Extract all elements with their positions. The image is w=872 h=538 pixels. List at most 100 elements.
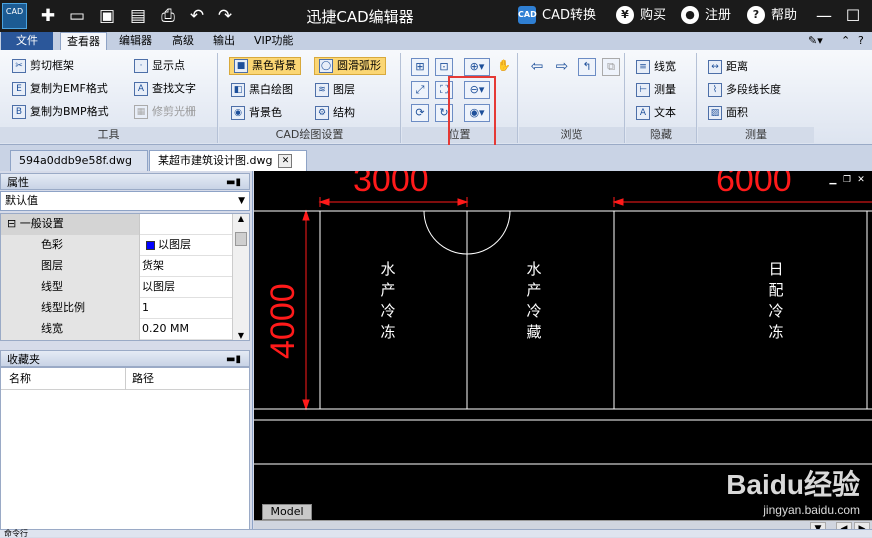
zoom-in-icon[interactable]: ⊕▾ <box>464 58 490 76</box>
ribbon: ✂ 剪切框架 E 复制为EMF格式 B 复制为BMP格式 ⋅ 显示点 A 查找文字 ▦ 修剪… <box>0 50 872 157</box>
tab-editor[interactable]: 编辑器 <box>113 32 158 50</box>
find-text-button[interactable]: A 查找文字 <box>134 79 196 99</box>
doc-restore-icon[interactable]: ❐ <box>842 175 852 185</box>
scroll-thumb[interactable] <box>235 232 247 246</box>
command-line[interactable]: 命令行 <box>0 529 872 538</box>
new-file-icon[interactable]: ✚ <box>37 5 59 27</box>
pan-hand-icon[interactable]: ✋ <box>495 58 513 76</box>
pin-icon[interactable]: ▬▮ <box>226 174 241 191</box>
scroll-up-icon[interactable]: ▲ <box>233 214 249 223</box>
cad-convert-button[interactable]: CAD CAD转换 <box>518 6 596 26</box>
group-title-measure: 测量 <box>698 127 814 143</box>
model-tab[interactable]: Model <box>262 504 312 520</box>
area-button[interactable]: ▨ 面积 <box>708 103 748 123</box>
print-icon[interactable]: ⎙ <box>157 5 179 27</box>
open-folder-icon[interactable]: ▭ <box>66 5 88 27</box>
register-button[interactable]: ● 注册 <box>681 6 731 26</box>
copy-emf-button[interactable]: E 复制为EMF格式 <box>12 79 108 99</box>
fit-window-icon[interactable]: ⊞ <box>411 58 429 76</box>
group-title-browse: 浏览 <box>519 127 624 143</box>
bw-drawing-button[interactable]: ◧ 黑白绘图 <box>231 80 293 100</box>
property-value[interactable]: 货架 <box>139 256 233 277</box>
structure-button[interactable]: ⚙ 结构 <box>315 103 355 123</box>
column-path[interactable]: 路径 <box>125 368 154 390</box>
layers-icon: ≋ <box>315 83 329 97</box>
line-width-icon: ≡ <box>636 60 650 74</box>
buy-button[interactable]: ¥ 购买 <box>616 6 666 26</box>
doc-tab-2[interactable]: 某超市建筑设计图.dwg ✕ <box>149 150 307 171</box>
minimize-button[interactable]: — <box>813 5 835 27</box>
dim-arrow <box>302 209 310 221</box>
arrow-right-icon[interactable]: ⇨ <box>553 58 571 76</box>
distance-button[interactable]: ↔ 距离 <box>708 57 748 77</box>
doc-tab-1[interactable]: 594a0ddb9e58f.dwg <box>10 150 148 171</box>
brush-icon[interactable]: ✎▾ <box>802 32 829 50</box>
polyline-length-button[interactable]: ⌇ 多段线长度 <box>708 80 781 100</box>
help-icon: ? <box>747 6 765 24</box>
zoom-extents-icon[interactable]: ⤢ <box>411 81 429 99</box>
zoom-window-icon[interactable]: ⊡ <box>435 58 453 76</box>
doc-minimize-icon[interactable]: ▁ <box>828 175 838 185</box>
scroll-down-icon[interactable]: ▼ <box>233 331 249 340</box>
line-width-button[interactable]: ≡ 线宽 <box>636 57 676 77</box>
property-row[interactable]: 线型 以图层 <box>1 277 233 298</box>
property-value[interactable]: 以图层 <box>139 235 233 256</box>
properties-dropdown[interactable]: 默认值 ▼ <box>0 191 250 211</box>
help-button[interactable]: ? 帮助 <box>747 6 797 26</box>
app-logo-icon[interactable]: CAD <box>2 3 27 29</box>
rotate-icon[interactable]: ⟳ <box>411 104 429 122</box>
group-tools: ✂ 剪切框架 E 复制为EMF格式 B 复制为BMP格式 ⋅ 显示点 A 查找文字 ▦ 修剪… <box>0 53 218 143</box>
properties-panel-title: 属性 ▬▮ <box>0 173 250 190</box>
browse-back-icon[interactable]: ↰ <box>578 58 596 76</box>
text-button[interactable]: A 文本 <box>636 103 676 123</box>
tab-output[interactable]: 输出 <box>207 32 241 50</box>
doc-close-icon[interactable]: ✕ <box>856 175 866 185</box>
favorites-panel-title: 收藏夹 ▬▮ <box>0 350 250 367</box>
property-key: 图层 <box>1 256 139 277</box>
property-value[interactable]: 1 <box>139 298 233 319</box>
black-bg-toggle[interactable]: ■ 黑色背景 <box>229 57 301 75</box>
close-tab-icon[interactable]: ✕ <box>278 154 293 168</box>
dim-text-6000: 6000 <box>716 171 792 199</box>
smooth-arc-toggle[interactable]: ◯ 圆滑弧形 <box>314 57 386 75</box>
drawing-canvas[interactable]: 3000 6000 4000 水产冷冻 水产冷藏 日配冷冻 ▁ ❐ ✕ Baid… <box>254 171 872 537</box>
tab-advanced[interactable]: 高级 <box>166 32 200 50</box>
save-icon[interactable]: ▣ <box>96 5 118 27</box>
property-value[interactable]: 0.20 MM <box>139 319 233 340</box>
property-row[interactable]: 图层 货架 <box>1 256 233 277</box>
tab-vip[interactable]: VIP功能 <box>248 32 299 50</box>
clip-frame-button[interactable]: ✂ 剪切框架 <box>12 56 74 76</box>
bg-color-button[interactable]: ◉ 背景色 <box>231 103 282 123</box>
properties-scrollbar[interactable]: ▲ ▼ <box>232 214 249 340</box>
property-row[interactable]: 线宽 0.20 MM <box>1 319 233 340</box>
undo-icon[interactable]: ↶ <box>186 5 208 27</box>
arrow-left-icon[interactable]: ⇦ <box>528 58 546 76</box>
property-value[interactable]: 以图层 <box>139 277 233 298</box>
trim-raster-button[interactable]: ▦ 修剪光栅 <box>134 102 196 122</box>
tab-file[interactable]: 文件 <box>1 32 53 50</box>
maximize-button[interactable]: ☐ <box>842 5 864 27</box>
group-title-hide: 隐藏 <box>626 127 696 143</box>
browse-copy-icon[interactable]: ⧉ <box>602 58 620 76</box>
pin-icon[interactable]: ▬▮ <box>226 351 241 368</box>
save-as-icon[interactable]: ▤ <box>127 5 149 27</box>
property-row[interactable]: 线型比例 1 <box>1 298 233 319</box>
dim-text-3000: 3000 <box>353 171 429 199</box>
polyline-icon: ⌇ <box>708 83 722 97</box>
redo-icon[interactable]: ↷ <box>214 5 236 27</box>
tab-viewer[interactable]: 查看器 <box>60 32 107 50</box>
trim-raster-icon: ▦ <box>134 105 148 119</box>
show-points-button[interactable]: ⋅ 显示点 <box>134 56 185 76</box>
copy-bmp-button[interactable]: B 复制为BMP格式 <box>12 102 109 122</box>
yen-icon: ¥ <box>616 6 634 24</box>
section-row[interactable]: ⊟ 一般设置 <box>1 214 233 235</box>
help-small-icon[interactable]: ? <box>852 32 870 50</box>
window-title: 迅捷CAD编辑器 <box>306 8 414 26</box>
bmp-icon: B <box>12 105 26 119</box>
hide-measure-button[interactable]: ⊢ 测量 <box>636 80 676 100</box>
property-row[interactable]: 色彩 以图层 <box>1 235 233 256</box>
dim-text-4000: 4000 <box>264 283 302 359</box>
layers-button[interactable]: ≋ 图层 <box>315 80 355 100</box>
arc-icon: ◯ <box>319 59 333 73</box>
column-name[interactable]: 名称 <box>9 368 31 390</box>
